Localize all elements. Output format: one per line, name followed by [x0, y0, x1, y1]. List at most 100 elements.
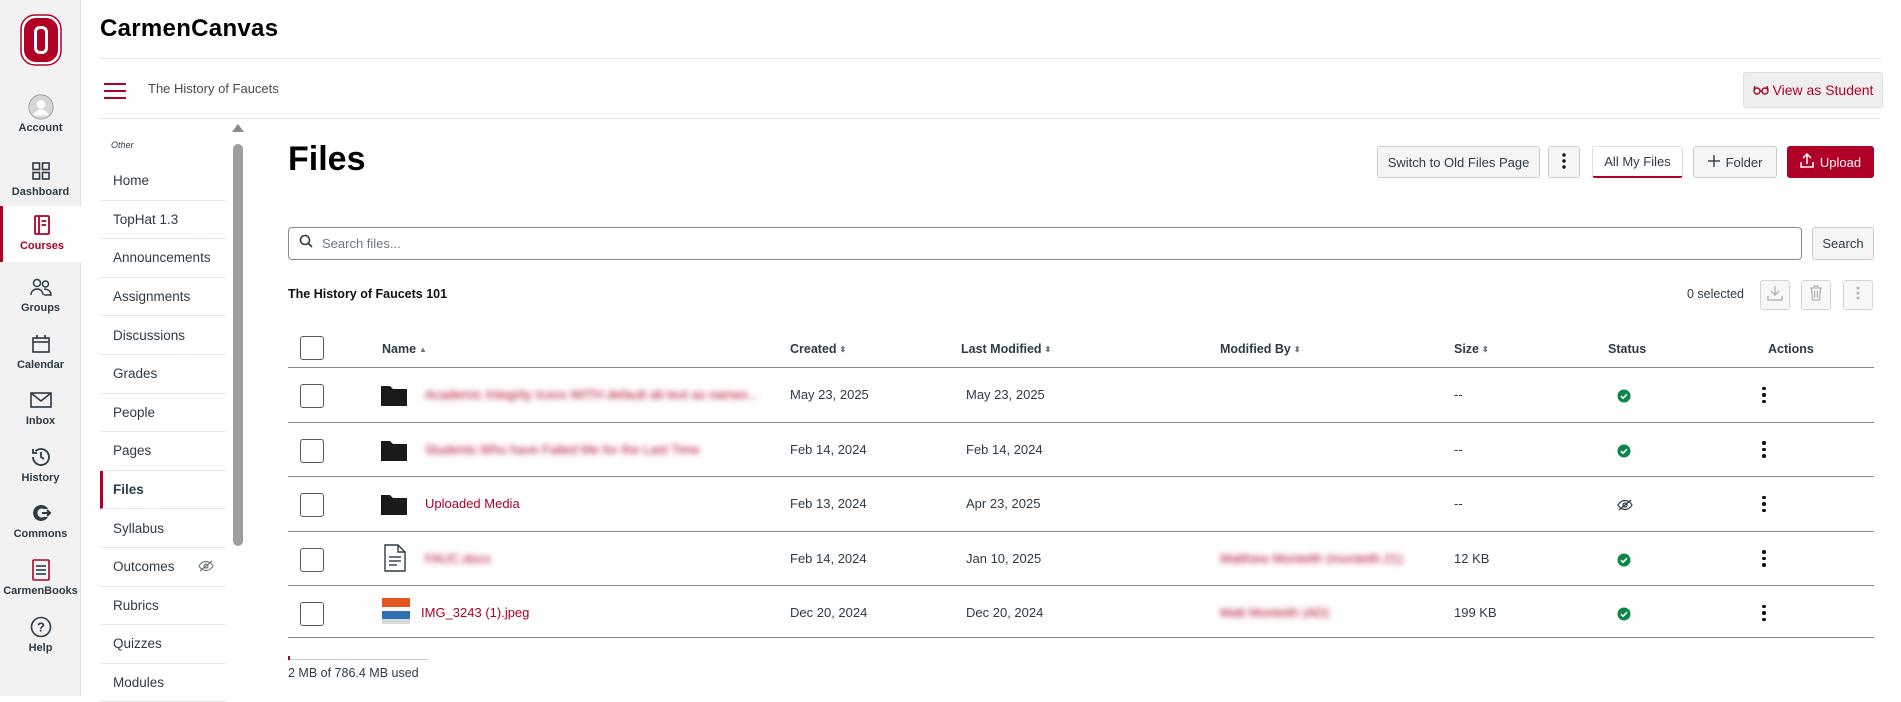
table-header: Name ▲ Created ⬍ Last Modified ⬍ Modified B… — [288, 330, 1874, 368]
course-nav-files[interactable]: Files — [100, 470, 226, 510]
nav-label: Calendar — [16, 359, 65, 371]
row-actions-button[interactable] — [1754, 600, 1774, 626]
nav-help[interactable]: ? Help — [0, 608, 81, 664]
nav-groups[interactable]: Groups — [0, 268, 81, 324]
hidden-eye-slash-icon[interactable] — [1617, 498, 1633, 516]
nav-label: Help — [28, 642, 53, 654]
page-title: Files — [288, 140, 366, 178]
file-name-link[interactable]: Uploaded Media — [425, 496, 520, 511]
bulk-actions-button[interactable] — [1843, 280, 1873, 310]
folder-icon — [380, 383, 408, 412]
upload-button[interactable]: Upload — [1787, 146, 1874, 178]
courses-icon — [29, 212, 55, 238]
course-nav-rubrics[interactable]: Rubrics — [100, 587, 226, 626]
course-nav-syllabus[interactable]: Syllabus — [100, 509, 226, 548]
osu-logo-icon[interactable] — [20, 14, 62, 66]
nav-calendar[interactable]: Calendar — [0, 325, 81, 381]
divider — [100, 58, 1881, 59]
breadcrumb[interactable]: The History of Faucets — [148, 81, 279, 96]
published-icon[interactable] — [1617, 553, 1631, 572]
delete-button[interactable] — [1801, 280, 1831, 310]
course-nav-pages[interactable]: Pages — [100, 432, 226, 471]
file-name-link[interactable]: IMG_3243 (1).jpeg — [421, 605, 529, 620]
column-last-modified[interactable]: Last Modified ⬍ — [961, 342, 1051, 356]
nav-account[interactable]: Account — [0, 88, 81, 144]
view-as-student-button[interactable]: View as Student — [1743, 72, 1883, 108]
course-nav-outcomes[interactable]: Outcomes — [100, 548, 226, 587]
course-nav-home[interactable]: Home — [100, 162, 226, 201]
hamburger-menu-icon[interactable] — [104, 83, 126, 99]
course-nav-people[interactable]: People — [100, 394, 226, 433]
nav-label: Commons — [13, 528, 68, 540]
selected-count: 0 selected — [1687, 287, 1744, 301]
file-name-link[interactable]: Students Who have Failed Me for the Last… — [425, 442, 700, 457]
row-actions-button[interactable] — [1754, 546, 1774, 572]
row-checkbox[interactable] — [300, 493, 324, 517]
column-actions: Actions — [1768, 342, 1814, 356]
row-checkbox[interactable] — [300, 384, 324, 408]
dashboard-icon — [28, 158, 54, 184]
file-name-link[interactable]: Academic Integrity Icons WITH default al… — [425, 387, 759, 402]
course-nav-tophat[interactable]: TopHat 1.3 — [100, 201, 226, 240]
select-all-checkbox[interactable] — [300, 336, 324, 360]
nav-label: Groups — [20, 302, 61, 314]
nav-courses[interactable]: Courses — [0, 206, 81, 262]
add-folder-button[interactable]: Folder — [1693, 146, 1777, 178]
switch-to-old-files-button[interactable]: Switch to Old Files Page — [1377, 146, 1540, 178]
storage-quota-text: 2 MB of 786.4 MB used — [288, 666, 419, 680]
row-checkbox[interactable] — [300, 602, 324, 626]
column-modified-by-label: Modified By — [1220, 342, 1291, 356]
published-icon[interactable] — [1617, 389, 1631, 408]
trash-icon — [1809, 284, 1823, 306]
row-actions-button[interactable] — [1754, 382, 1774, 408]
created-date: Feb 14, 2024 — [790, 441, 867, 457]
modified-by-link[interactable]: Matthew Monteith (monteith.21) — [1220, 551, 1403, 566]
search-button[interactable]: Search — [1812, 227, 1874, 260]
carmenbooks-icon — [28, 557, 54, 583]
course-nav-grades[interactable]: Grades — [100, 355, 226, 394]
course-nav-discussions[interactable]: Discussions — [100, 316, 226, 355]
all-my-files-button[interactable]: All My Files — [1592, 146, 1683, 178]
download-icon — [1767, 285, 1783, 306]
view-as-student-label: View as Student — [1772, 82, 1874, 98]
course-nav-announcements[interactable]: Announcements — [100, 239, 226, 278]
nav-dashboard[interactable]: Dashboard — [0, 152, 81, 208]
download-button[interactable] — [1760, 280, 1790, 310]
course-nav-modules[interactable]: Modules — [100, 664, 226, 702]
divider — [100, 118, 1881, 119]
column-size[interactable]: Size ⬍ — [1454, 342, 1489, 356]
storage-quota-bar — [288, 656, 428, 660]
column-created[interactable]: Created ⬍ — [790, 342, 846, 356]
course-nav-scrollbar[interactable] — [233, 144, 243, 546]
nav-inbox[interactable]: Inbox — [0, 381, 81, 437]
sort-icon: ⬍ — [839, 344, 847, 354]
published-icon[interactable] — [1617, 607, 1631, 626]
folder-title: The History of Faucets 101 — [288, 287, 448, 301]
glasses-icon — [1752, 82, 1769, 98]
row-checkbox[interactable] — [300, 547, 324, 572]
nav-commons[interactable]: Commons — [0, 494, 81, 550]
nav-carmenbooks[interactable]: CarmenBooks — [0, 551, 81, 607]
sort-icon: ⬍ — [1482, 344, 1489, 354]
modified-by-link[interactable]: Matt Monteith (AD) — [1220, 605, 1329, 620]
file-size: -- — [1454, 496, 1463, 511]
scroll-up-arrow-icon[interactable] — [232, 124, 244, 132]
modified-date: Apr 23, 2025 — [966, 496, 1041, 511]
column-modified-by[interactable]: Modified By ⬍ — [1220, 342, 1301, 356]
nav-history[interactable]: History — [0, 438, 81, 494]
file-name-link[interactable]: FAUC.docx — [425, 551, 491, 566]
created-date: Feb 13, 2024 — [790, 496, 867, 511]
help-icon: ? — [28, 614, 54, 640]
search-input[interactable] — [322, 236, 1722, 251]
row-checkbox[interactable] — [300, 438, 324, 463]
more-options-button[interactable] — [1548, 146, 1580, 178]
created-date: Dec 20, 2024 — [790, 605, 868, 620]
course-nav-assignments[interactable]: Assignments — [100, 278, 226, 317]
published-icon[interactable] — [1617, 444, 1631, 463]
column-name[interactable]: Name ▲ — [382, 342, 427, 356]
course-nav-quizzes[interactable]: Quizzes — [100, 625, 226, 664]
row-actions-button[interactable] — [1754, 491, 1774, 517]
avatar-icon — [27, 94, 54, 120]
row-actions-button[interactable] — [1754, 437, 1774, 463]
document-icon — [384, 543, 406, 577]
